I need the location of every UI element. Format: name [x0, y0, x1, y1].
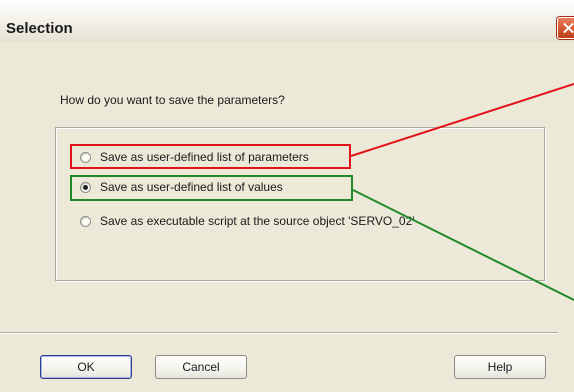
- close-icon[interactable]: [557, 17, 574, 39]
- selection-dialog: Selection How do you want to save the pa…: [0, 0, 574, 392]
- title-bar[interactable]: Selection: [0, 0, 574, 42]
- question-text: How do you want to save the parameters?: [60, 93, 285, 107]
- green-highlight-box: [70, 175, 353, 201]
- ok-button[interactable]: OK: [40, 355, 132, 379]
- cancel-button[interactable]: Cancel: [155, 355, 247, 379]
- help-button[interactable]: Help: [454, 355, 546, 379]
- separator: [0, 332, 557, 334]
- red-highlight-box: [70, 144, 351, 169]
- window-title: Selection: [6, 20, 73, 37]
- option-executable-script[interactable]: Save as executable script at the source …: [80, 213, 415, 229]
- option-label: Save as executable script at the source …: [100, 214, 415, 228]
- radio-button[interactable]: [80, 215, 91, 227]
